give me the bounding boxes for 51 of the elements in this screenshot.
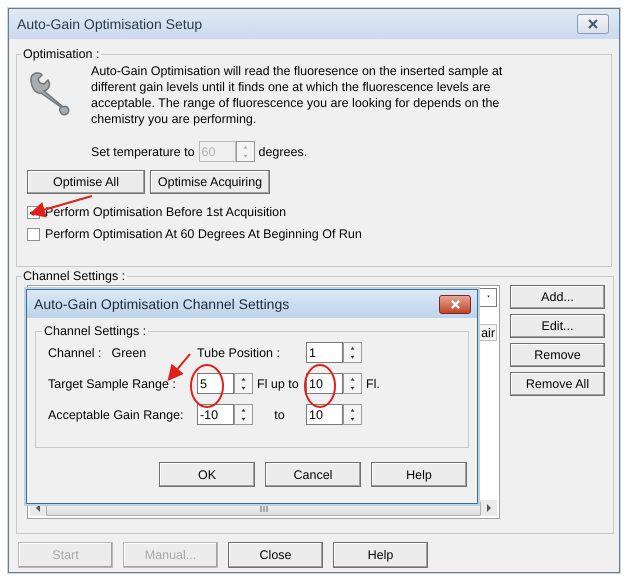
target-range-label: Target Sample Range : [48, 376, 177, 390]
unit-label: Fl. [365, 376, 381, 390]
grip-icon[interactable] [260, 504, 268, 512]
unit-label: degrees. [258, 144, 308, 158]
temperature-label: Set temperature to [91, 144, 195, 158]
spin-buttons[interactable] [343, 373, 362, 394]
channel-button[interactable]: Remove [510, 343, 605, 367]
group-label: Channel Settings : [22, 269, 126, 283]
dialog-button[interactable]: Cancel [265, 462, 361, 487]
tube-position-field[interactable]: 1 [306, 342, 343, 363]
group-label: Channel Settings : [43, 324, 148, 338]
optimise-button[interactable]: Optimise All [27, 170, 145, 194]
dialog-button[interactable]: OK [159, 462, 255, 487]
channel-button[interactable]: Remove All [510, 372, 605, 396]
footer-button[interactable]: Close [228, 542, 323, 568]
group-label: Optimisation : [22, 47, 100, 61]
annotation-arrow [167, 353, 191, 382]
annotation-arrow [29, 195, 92, 218]
description-text: Auto-Gain Optimisation will read the fluoresence on the inserted sample at different gain levels until it finds one at which the fluorescence levels are acceptable. The range of fluorescence you are looking for depends on the chemistry you are performing. [91, 63, 504, 127]
optimise-button[interactable]: Optimise Acquiring [150, 170, 270, 194]
range-middle-label: Fl up to [256, 376, 300, 390]
gain-range-label: Acceptable Gain Range: [48, 408, 185, 422]
spin-buttons[interactable] [234, 373, 253, 394]
dropdown-arrow-icon [485, 294, 492, 299]
close-button[interactable] [439, 294, 471, 314]
channel-button[interactable]: Add... [510, 285, 605, 309]
close-icon [450, 298, 460, 310]
close-button[interactable] [577, 14, 609, 34]
dialog-button[interactable]: Help [371, 462, 467, 487]
highlight-circle [190, 364, 224, 408]
channel-value: Green [112, 346, 146, 360]
checkbox[interactable] [27, 228, 40, 240]
close-icon [587, 18, 599, 30]
spin-buttons[interactable] [236, 141, 255, 162]
gain-to-field[interactable]: 10 [306, 404, 343, 425]
scroll-right-icon[interactable] [487, 504, 491, 512]
channel-label: Channel : [48, 346, 102, 360]
range-middle-label: to [273, 408, 286, 422]
dialog-title: Auto-Gain Optimisation Channel Settings [34, 296, 290, 312]
spin-buttons[interactable] [343, 342, 362, 363]
spin-buttons[interactable] [343, 404, 362, 425]
spin-buttons[interactable] [234, 404, 253, 425]
highlight-circle [304, 364, 336, 408]
range-from-field[interactable]: 5 [197, 373, 234, 394]
channel-button[interactable]: Edit... [510, 314, 605, 338]
window-title: Auto-Gain Optimisation Setup [17, 16, 202, 32]
range-to-field[interactable]: 10 [306, 373, 343, 394]
footer-button[interactable]: Help [333, 542, 428, 568]
gain-from-field[interactable]: -10 [197, 404, 234, 425]
tube-position-label: Tube Position : [197, 346, 281, 360]
checkbox-label[interactable]: Perform Optimisation At 60 Degrees At Beginning Of Run [45, 227, 362, 241]
